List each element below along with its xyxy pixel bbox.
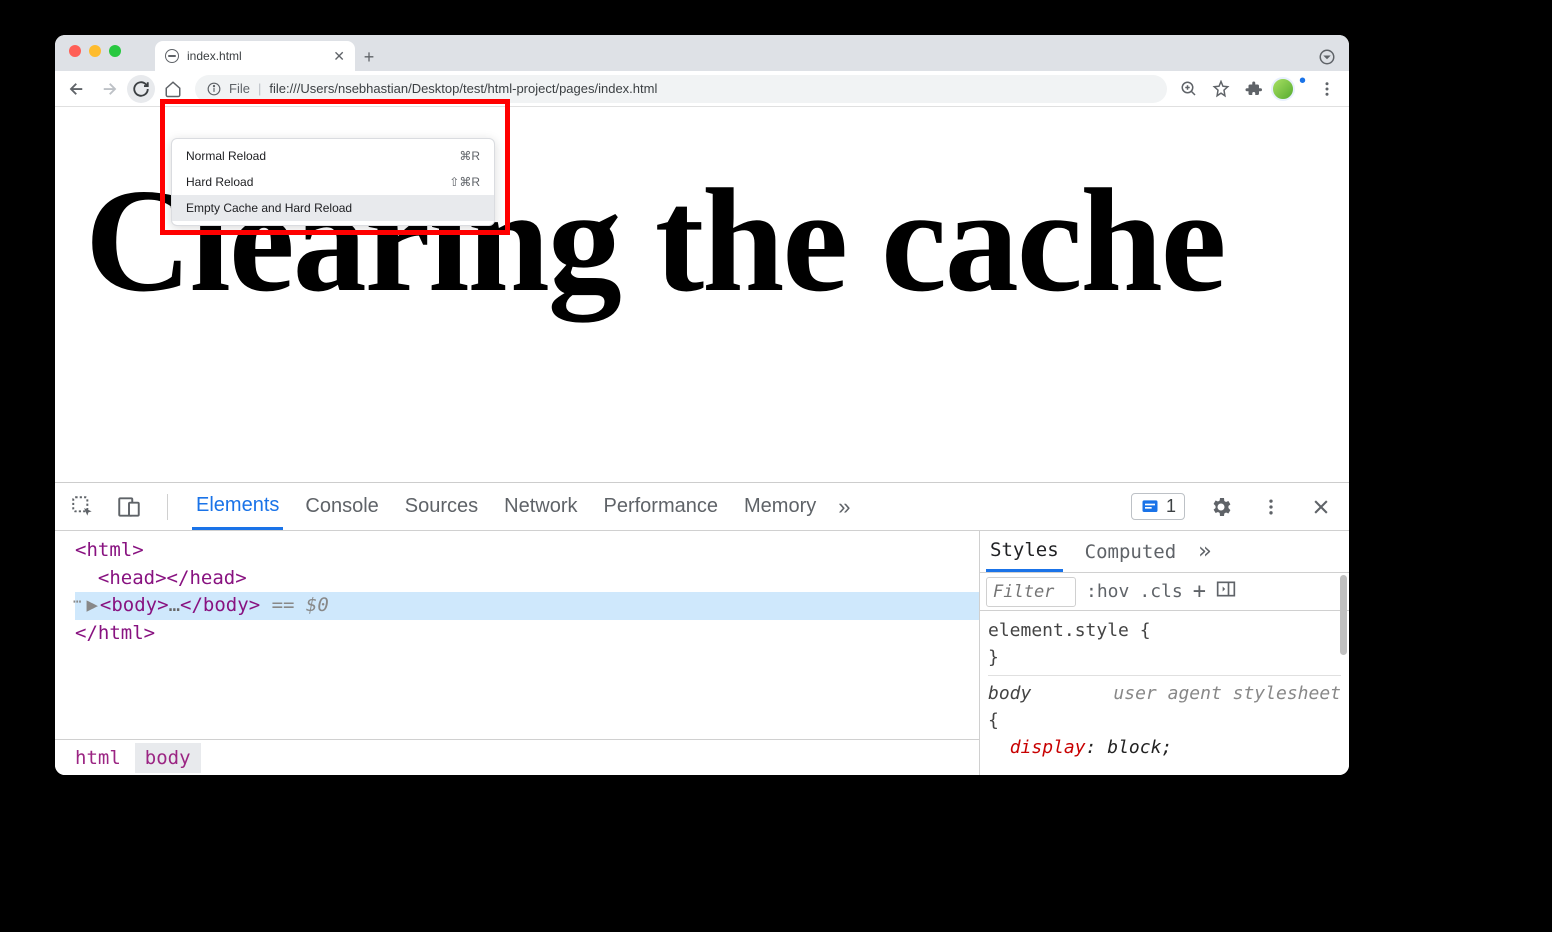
browser-toolbar: File | file:///Users/nsebhastian/Desktop… [55, 71, 1349, 107]
more-styles-tabs-icon[interactable]: » [1198, 539, 1211, 564]
url-text: file:///Users/nsebhastian/Desktop/test/h… [269, 81, 657, 96]
more-tabs-icon[interactable]: » [838, 494, 850, 520]
update-indicator: • [1299, 70, 1317, 88]
reload-context-menu: Normal Reload ⌘R Hard Reload ⇧⌘R Empty C… [171, 138, 495, 226]
hov-toggle[interactable]: :hov [1086, 581, 1129, 602]
maximize-window-button[interactable] [109, 45, 121, 57]
scrollbar[interactable] [1340, 575, 1347, 655]
cls-toggle[interactable]: .cls [1139, 581, 1182, 602]
devtools-menu-button[interactable] [1257, 493, 1285, 521]
menu-hard-reload[interactable]: Hard Reload ⇧⌘R [172, 169, 494, 195]
chrome-menu-button[interactable] [1313, 75, 1341, 103]
new-rule-button[interactable]: + [1193, 579, 1206, 604]
tab-elements[interactable]: Elements [192, 484, 283, 530]
bookmark-button[interactable] [1207, 75, 1235, 103]
tab-strip: index.html ✕ + [55, 35, 1349, 71]
extensions-button[interactable] [1239, 75, 1267, 103]
menu-label: Hard Reload [186, 175, 253, 189]
css-property: display [1010, 737, 1086, 758]
globe-icon [165, 49, 179, 63]
device-toolbar-button[interactable] [115, 493, 143, 521]
selected-node-indicator: == $0 [260, 594, 329, 616]
menu-shortcut: ⌘R [459, 149, 480, 163]
devtools-panel: Elements Console Sources Network Perform… [55, 482, 1349, 775]
divider [167, 494, 168, 520]
inspect-element-button[interactable] [69, 493, 97, 521]
tab-styles[interactable]: Styles [986, 531, 1063, 572]
tab-computed[interactable]: Computed [1081, 533, 1181, 571]
tab-console[interactable]: Console [301, 485, 382, 528]
close-window-button[interactable] [69, 45, 81, 57]
tab-memory[interactable]: Memory [740, 485, 820, 528]
browser-window: index.html ✕ + File | file:///Users/nseb… [55, 35, 1349, 775]
styles-tab-bar: Styles Computed » [980, 531, 1349, 573]
url-protocol: File [229, 81, 250, 96]
menu-normal-reload[interactable]: Normal Reload ⌘R [172, 143, 494, 169]
elements-panel: <html> <head></head> ⋯ ▶<body>…</body> =… [55, 531, 979, 775]
issues-badge[interactable]: 1 [1131, 493, 1185, 520]
breadcrumb-html[interactable]: html [65, 743, 131, 773]
tab-title: index.html [187, 49, 325, 63]
tab-search-button[interactable] [1313, 43, 1341, 71]
tab-network[interactable]: Network [500, 485, 581, 528]
styles-toolbar: :hov .cls + [980, 573, 1349, 611]
devtools-tab-bar: Elements Console Sources Network Perform… [55, 483, 1349, 531]
minimize-window-button[interactable] [89, 45, 101, 57]
menu-empty-cache-hard-reload[interactable]: Empty Cache and Hard Reload [172, 195, 494, 221]
rule-selector-body: body [988, 683, 1031, 704]
close-tab-icon[interactable]: ✕ [333, 48, 345, 65]
devtools-settings-button[interactable] [1207, 493, 1235, 521]
info-icon [207, 82, 221, 96]
toggle-sidebar-button[interactable] [1216, 580, 1236, 603]
back-button[interactable] [63, 75, 91, 103]
menu-label: Empty Cache and Hard Reload [186, 201, 352, 215]
css-value: block [1107, 737, 1161, 758]
new-tab-button[interactable]: + [355, 43, 383, 71]
rule-brace-open: { [988, 710, 999, 731]
dom-tree[interactable]: <html> <head></head> ⋯ ▶<body>…</body> =… [55, 531, 979, 739]
browser-tab[interactable]: index.html ✕ [155, 41, 355, 71]
address-bar[interactable]: File | file:///Users/nsebhastian/Desktop… [195, 75, 1167, 103]
rule-selector: element.style { [988, 620, 1151, 641]
devtools-close-button[interactable] [1307, 493, 1335, 521]
zoom-button[interactable] [1175, 75, 1203, 103]
rule-brace: } [988, 647, 999, 668]
profile-avatar[interactable] [1271, 77, 1295, 101]
dom-breadcrumb: html body [55, 739, 979, 775]
styles-rules[interactable]: element.style { } body user agent styles… [980, 611, 1349, 775]
menu-label: Normal Reload [186, 149, 266, 163]
menu-shortcut: ⇧⌘R [449, 175, 480, 189]
tab-performance[interactable]: Performance [600, 485, 723, 528]
devtools-body: <html> <head></head> ⋯ ▶<body>…</body> =… [55, 531, 1349, 775]
reload-button[interactable] [127, 75, 155, 103]
styles-filter-input[interactable] [986, 577, 1076, 607]
window-controls [65, 35, 125, 67]
breadcrumb-body[interactable]: body [135, 743, 201, 773]
home-button[interactable] [159, 75, 187, 103]
separator: | [258, 81, 261, 96]
forward-button[interactable] [95, 75, 123, 103]
issues-count: 1 [1166, 496, 1176, 517]
rule-source: user agent stylesheet [1113, 680, 1341, 707]
styles-panel: Styles Computed » :hov .cls + element.st… [979, 531, 1349, 775]
tab-sources[interactable]: Sources [401, 485, 482, 528]
